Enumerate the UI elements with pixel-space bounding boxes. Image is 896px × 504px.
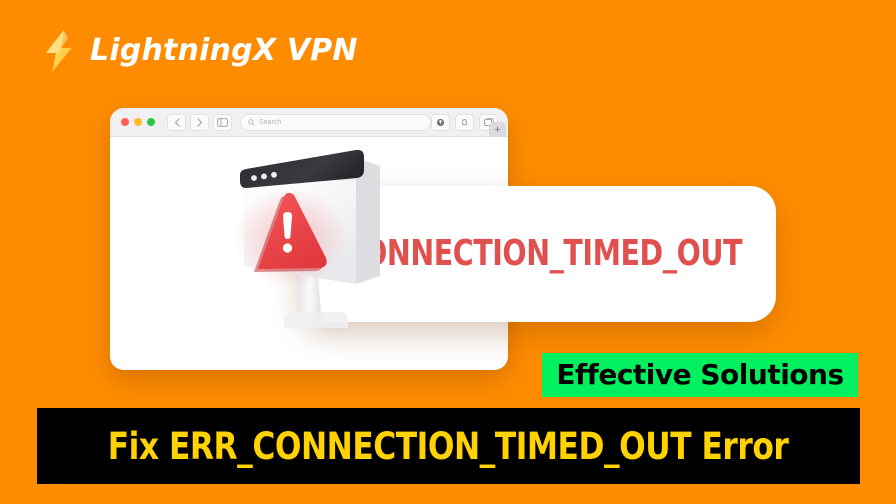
navigation-buttons xyxy=(167,113,232,131)
browser-toolbar: Search + xyxy=(110,108,508,138)
headline-banner: Fix ERR_CONNECTION_TIMED_OUT Error xyxy=(37,408,860,484)
solutions-badge: Effective Solutions xyxy=(542,353,858,397)
headline-text: Fix ERR_CONNECTION_TIMED_OUT Error xyxy=(108,424,789,468)
search-input[interactable]: Search xyxy=(240,113,431,131)
back-button[interactable] xyxy=(167,113,186,131)
lightning-bolt-icon xyxy=(38,28,80,74)
search-placeholder: Search xyxy=(259,118,282,126)
share-icon[interactable] xyxy=(431,113,450,131)
search-icon xyxy=(248,113,255,131)
window-maximize-button[interactable] xyxy=(147,118,155,126)
downloads-icon[interactable] xyxy=(455,113,474,131)
window-minimize-button[interactable] xyxy=(134,118,142,126)
forward-button[interactable] xyxy=(190,113,209,131)
traffic-lights xyxy=(121,118,155,126)
brand-name: LightningX VPN xyxy=(90,33,358,68)
brand-logo: LightningX VPN xyxy=(38,28,358,74)
sidebar-icon[interactable] xyxy=(213,113,232,131)
toolbar-buttons xyxy=(431,113,498,131)
error-window-illustration xyxy=(228,148,398,333)
window-close-button[interactable] xyxy=(121,118,129,126)
new-tab-button[interactable]: + xyxy=(489,122,506,138)
solutions-badge-label: Effective Solutions xyxy=(556,358,844,391)
poster-canvas: LightningX VPN Search + ERR_CONNECTION_T… xyxy=(0,0,896,504)
